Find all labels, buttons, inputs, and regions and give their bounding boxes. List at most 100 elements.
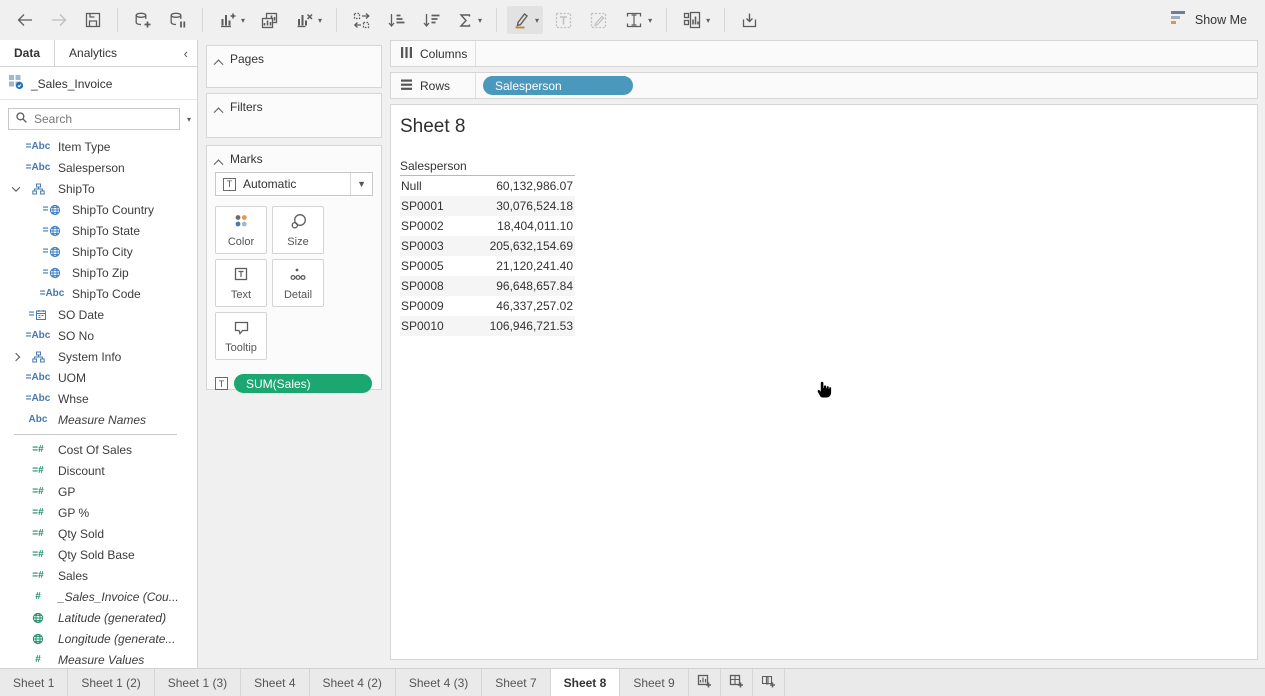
salesperson-pill[interactable]: Salesperson [483, 76, 633, 95]
table-row[interactable]: SP0010 106,946,721.53 [400, 316, 575, 336]
text-button[interactable]: Text [215, 259, 267, 307]
toolbar-separator [202, 8, 203, 32]
sheet-tab[interactable]: Sheet 1 [0, 669, 68, 696]
field-item[interactable]: =# Discount [0, 460, 197, 481]
tab-data[interactable]: Data [0, 40, 55, 66]
arrow-left-icon [15, 10, 35, 30]
field-item[interactable]: = ShipTo City [0, 241, 197, 262]
sheet-tab[interactable]: Sheet 4 (2) [310, 669, 396, 696]
field-item[interactable]: =Abc ShipTo Code [0, 283, 197, 304]
num-eq-icon: =# [22, 570, 54, 581]
sheet-tab[interactable]: Sheet 4 [241, 669, 309, 696]
field-item[interactable]: =# GP % [0, 502, 197, 523]
marks-card-header[interactable]: Marks [207, 146, 381, 170]
columns-shelf[interactable]: Columns [390, 40, 1258, 67]
field-item[interactable]: System Info [0, 346, 197, 367]
collapse-pane-button[interactable]: ‹ [175, 40, 197, 66]
table-row[interactable]: SP0002 18,404,011.10 [400, 216, 575, 236]
clear-sheet-button[interactable]: ▾ [290, 6, 326, 34]
table-row[interactable]: Null 60,132,986.07 [400, 176, 575, 196]
filters-card: Filters [206, 93, 382, 138]
sheet-tab[interactable]: Sheet 4 (3) [396, 669, 482, 696]
field-item[interactable]: Longitude (generate... [0, 628, 197, 649]
field-item[interactable]: # Measure Values [0, 649, 197, 668]
row-label: SP0005 [400, 259, 478, 273]
field-item[interactable]: ShipTo [0, 178, 197, 199]
sheet-tab[interactable]: Sheet 7 [482, 669, 550, 696]
field-item[interactable]: =Abc SO No [0, 325, 197, 346]
undo-button[interactable] [11, 6, 39, 34]
table-row[interactable]: SP0008 96,648,657.84 [400, 276, 575, 296]
field-item[interactable]: =Abc Item Type [0, 136, 197, 157]
swap-rows-columns-button[interactable] [347, 6, 376, 34]
detail-button[interactable]: Detail [272, 259, 324, 307]
sheet-tab-label: Sheet 4 (2) [323, 676, 382, 690]
field-item[interactable]: =Abc UOM [0, 367, 197, 388]
field-item[interactable]: =Abc Whse [0, 388, 197, 409]
mark-type-dropdown[interactable]: T Automatic ▼ [215, 172, 373, 196]
table-row[interactable]: SP0003 205,632,154.69 [400, 236, 575, 256]
show-hide-cards-button[interactable]: ▾ [677, 6, 714, 34]
field-item[interactable]: =Abc Salesperson [0, 157, 197, 178]
rows-shelf[interactable]: Rows Salesperson [390, 72, 1258, 99]
show-me-button[interactable]: Show Me [1159, 5, 1257, 35]
sheet-tab[interactable]: Sheet 8 [551, 669, 621, 696]
data-pane: Data Analytics ‹ _Sales_Invoice Search ▾ [0, 40, 198, 668]
sort-descending-button[interactable] [417, 6, 446, 34]
field-item[interactable]: = ShipTo State [0, 220, 197, 241]
totals-button[interactable]: ▾ [452, 6, 486, 34]
new-worksheet-button[interactable]: ▾ [213, 6, 249, 34]
search-options-caret[interactable]: ▾ [187, 115, 191, 124]
field-item[interactable]: = SO Date [0, 304, 197, 325]
fix-axes-button[interactable] [584, 6, 613, 34]
sheet-canvas[interactable]: Sheet 8 Salesperson Null 60,132,986.07 S… [390, 104, 1258, 660]
field-item[interactable]: =# Sales [0, 565, 197, 586]
tooltip-button[interactable]: Tooltip [215, 312, 267, 360]
tab-analytics[interactable]: Analytics [55, 40, 131, 66]
shelf-divider [475, 73, 476, 98]
pages-card-header[interactable]: Pages [207, 46, 381, 70]
new-story-tab-button[interactable] [753, 669, 785, 696]
sort-ascending-button[interactable] [382, 6, 411, 34]
duplicate-sheet-button[interactable] [255, 6, 284, 34]
new-datasource-button[interactable] [128, 6, 157, 34]
sum-sales-pill[interactable]: SUM(Sales) [234, 374, 372, 393]
globe-g-icon [22, 612, 54, 624]
table-row[interactable]: SP0001 30,076,524.18 [400, 196, 575, 216]
datasource-item[interactable]: _Sales_Invoice [0, 67, 197, 100]
pause-updates-button[interactable] [163, 6, 192, 34]
field-item[interactable]: =# Cost Of Sales [0, 439, 197, 460]
save-button[interactable] [79, 6, 107, 34]
field-item[interactable]: Abc Measure Names [0, 409, 197, 430]
filters-card-header[interactable]: Filters [207, 94, 381, 118]
field-item[interactable]: = ShipTo Country [0, 199, 197, 220]
table-row[interactable]: SP0005 21,120,241.40 [400, 256, 575, 276]
num-eq-icon: =# [22, 444, 54, 455]
field-item[interactable]: Latitude (generated) [0, 607, 197, 628]
new-worksheet-tab-button[interactable] [689, 669, 721, 696]
field-item[interactable]: =# GP [0, 481, 197, 502]
show-mark-labels-button[interactable] [549, 6, 578, 34]
sheet-tab[interactable]: Sheet 1 (2) [68, 669, 154, 696]
redo-button[interactable] [45, 6, 73, 34]
search-input[interactable]: Search [8, 108, 180, 130]
table-row[interactable]: SP0009 46,337,257.02 [400, 296, 575, 316]
download-tray-icon [739, 10, 760, 31]
color-button[interactable]: Color [215, 206, 267, 254]
row-label: SP0003 [400, 239, 478, 253]
field-item[interactable]: = ShipTo Zip [0, 262, 197, 283]
field-item[interactable]: # _Sales_Invoice (Cou... [0, 586, 197, 607]
presentation-mode-button[interactable] [735, 6, 764, 34]
new-dashboard-tab-button[interactable] [721, 669, 753, 696]
field-item[interactable]: =# Qty Sold Base [0, 544, 197, 565]
pages-label: Pages [230, 52, 264, 66]
field-label: Sales [58, 569, 88, 583]
highlight-button[interactable]: ▾ [507, 6, 543, 34]
sheet-tab[interactable]: Sheet 9 [620, 669, 688, 696]
crosstab-header[interactable]: Salesperson [400, 157, 575, 176]
sheet-tab[interactable]: Sheet 1 (3) [155, 669, 241, 696]
size-button[interactable]: Size [272, 206, 324, 254]
field-item[interactable]: =# Qty Sold [0, 523, 197, 544]
datasource-icon [8, 74, 24, 93]
fit-selector-button[interactable]: ▾ [619, 6, 656, 34]
